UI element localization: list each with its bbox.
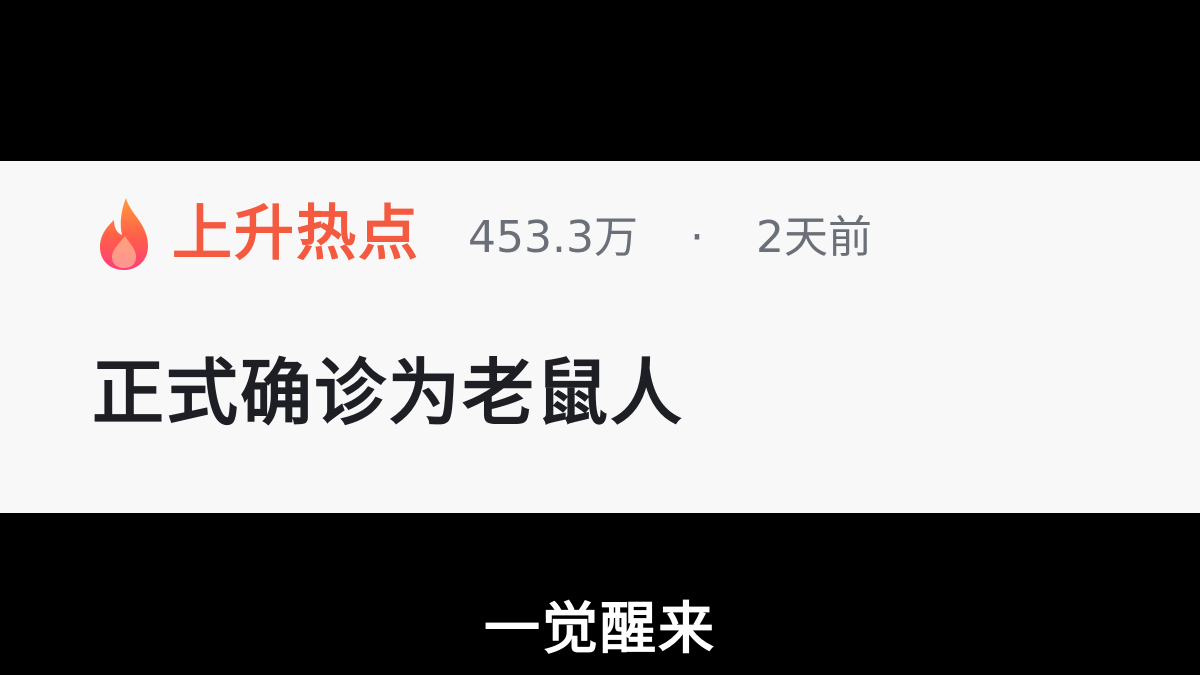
trending-meta-row: 上升热点 453.3万 · 2天前 (96, 189, 872, 279)
trending-card[interactable]: 上升热点 453.3万 · 2天前 正式确诊为老鼠人 (0, 161, 1200, 513)
view-count: 453.3万 (468, 212, 638, 263)
trending-headline[interactable]: 正式确诊为老鼠人 (92, 357, 684, 429)
video-frame: 上升热点 453.3万 · 2天前 正式确诊为老鼠人 一觉醒来 (0, 0, 1200, 675)
meta-separator: · (689, 212, 704, 263)
time-ago: 2天前 (755, 212, 872, 263)
flame-icon (100, 198, 148, 270)
hot-badge-label: 上升热点 (172, 199, 420, 269)
video-subtitle: 一觉醒来 (484, 597, 716, 662)
